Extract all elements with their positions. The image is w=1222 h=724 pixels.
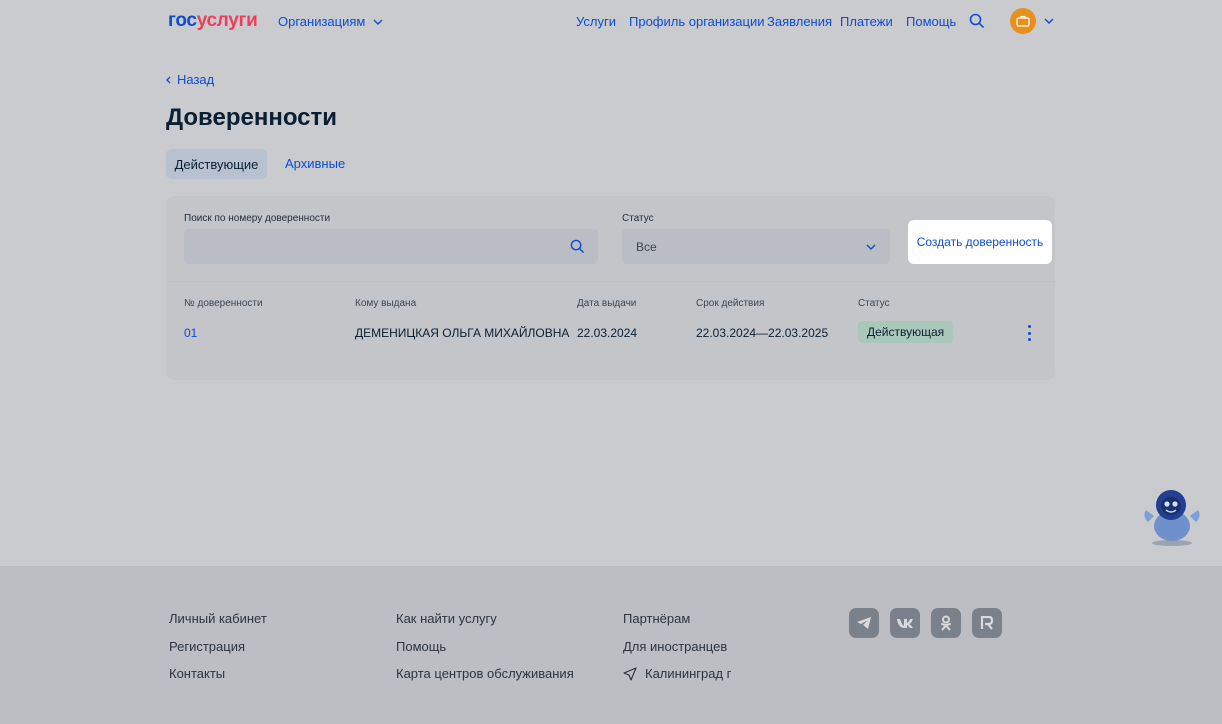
search-label: Поиск по номеру доверенности bbox=[184, 213, 331, 224]
organizations-menu[interactable]: Организациям bbox=[278, 14, 383, 29]
column-header-issue-date: Дата выдачи bbox=[577, 298, 637, 309]
create-poa-button[interactable]: Создать доверенность bbox=[908, 220, 1052, 264]
back-link[interactable]: Назад bbox=[166, 72, 214, 87]
footer-link-find-service[interactable]: Как найти услугу bbox=[396, 611, 497, 626]
footer-link-partners[interactable]: Партнёрам bbox=[623, 611, 690, 626]
logo-part-uslugi: услуги bbox=[196, 10, 258, 31]
footer-location[interactable]: Калининград г bbox=[623, 666, 731, 681]
search-icon[interactable] bbox=[968, 12, 986, 30]
chevron-down-icon bbox=[373, 19, 383, 25]
nav-applications[interactable]: Заявления bbox=[767, 14, 832, 29]
footer-link-service-centers-map[interactable]: Карта центров обслуживания bbox=[396, 666, 574, 681]
nav-org-profile[interactable]: Профиль организации bbox=[629, 14, 764, 29]
column-header-validity: Срок действия bbox=[696, 298, 765, 309]
poa-number-link[interactable]: 01 bbox=[184, 326, 197, 340]
column-header-issued-to: Кому выдана bbox=[355, 298, 417, 309]
footer-location-label: Калининград г bbox=[645, 666, 732, 681]
search-input[interactable] bbox=[184, 229, 598, 264]
chevron-left-icon bbox=[166, 76, 171, 83]
footer-link-help[interactable]: Помощь bbox=[396, 639, 446, 654]
tab-archive[interactable]: Архивные bbox=[285, 156, 345, 171]
assistant-robot-icon[interactable] bbox=[1140, 486, 1204, 548]
more-actions-icon[interactable] bbox=[1024, 325, 1034, 341]
ok-icon[interactable] bbox=[931, 608, 961, 638]
telegram-icon[interactable] bbox=[849, 608, 879, 638]
chevron-down-icon bbox=[866, 244, 876, 250]
footer-link-foreigners[interactable]: Для иностранцев bbox=[623, 639, 727, 654]
status-label: Статус bbox=[622, 213, 654, 224]
search-field-icon[interactable] bbox=[570, 239, 585, 254]
poa-issue-date: 22.03.2024 bbox=[577, 326, 638, 340]
logo-part-gos: гос bbox=[168, 10, 197, 31]
status-select-value: Все bbox=[636, 239, 657, 254]
page-title: Доверенности bbox=[166, 104, 338, 131]
location-arrow-icon bbox=[623, 666, 637, 681]
poa-validity: 22.03.2024—22.03.2025 bbox=[696, 326, 829, 340]
footer-link-personal-account[interactable]: Личный кабинет bbox=[169, 611, 267, 626]
poa-issued-to: ДЕМЕНИЦКАЯ ОЛЬГА МИХАЙЛОВНА bbox=[355, 326, 570, 340]
briefcase-icon bbox=[1016, 15, 1030, 27]
status-select[interactable]: Все bbox=[622, 229, 890, 264]
tab-active[interactable]: Действующие bbox=[166, 149, 267, 179]
vk-icon[interactable] bbox=[890, 608, 920, 638]
card-divider bbox=[166, 281, 1055, 282]
nav-help[interactable]: Помощь bbox=[906, 14, 956, 29]
nav-services[interactable]: Услуги bbox=[576, 14, 616, 29]
column-header-number: № доверенности bbox=[184, 298, 263, 309]
nav-payments[interactable]: Платежи bbox=[840, 14, 893, 29]
footer-link-registration[interactable]: Регистрация bbox=[169, 639, 245, 654]
back-label: Назад bbox=[177, 72, 215, 87]
profile-chevron-down-icon[interactable] bbox=[1043, 16, 1055, 26]
column-header-status: Статус bbox=[858, 298, 890, 309]
organization-avatar[interactable] bbox=[1010, 8, 1036, 34]
rutube-icon[interactable] bbox=[972, 608, 1002, 638]
gosuslugi-logo[interactable]: госуслуги bbox=[168, 10, 258, 32]
footer-link-contacts[interactable]: Контакты bbox=[169, 666, 225, 681]
status-badge: Действующая bbox=[858, 321, 954, 343]
organizations-label: Организациям bbox=[278, 14, 366, 29]
